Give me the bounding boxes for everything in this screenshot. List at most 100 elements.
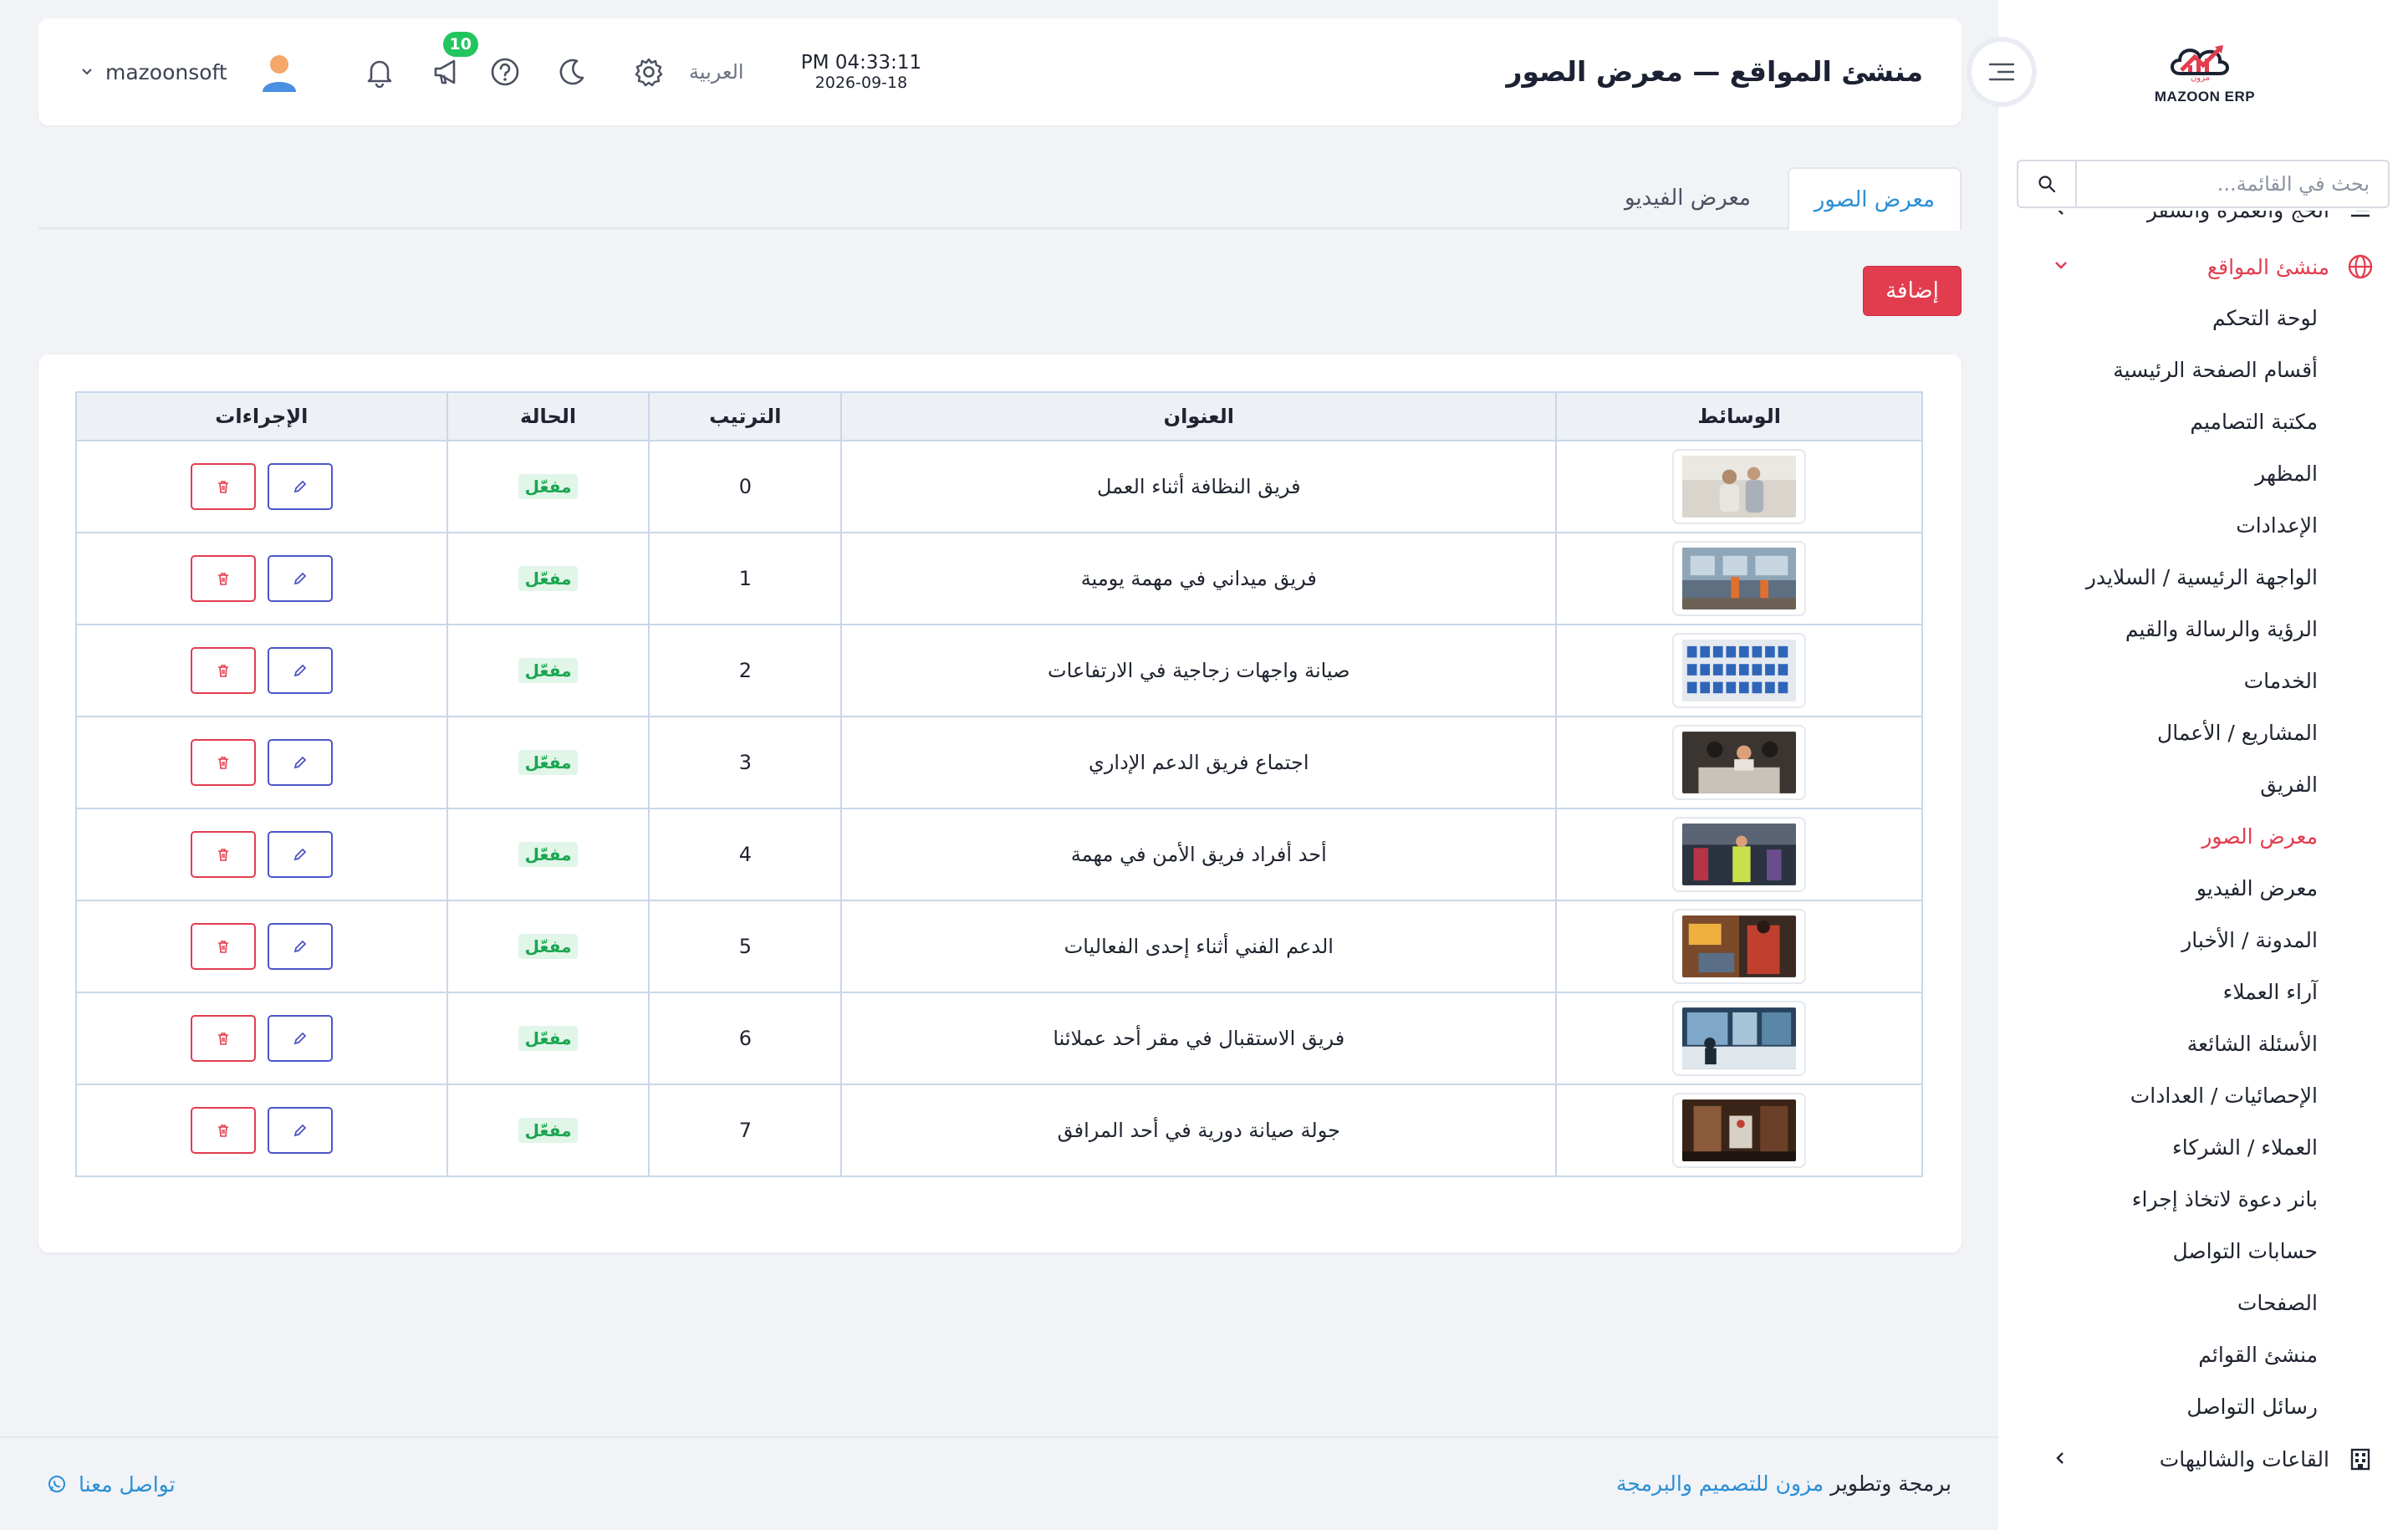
table-row: الدعم الفني أثناء إحدى الفعاليات 5 مفعّل (75, 900, 1923, 993)
edit-button[interactable] (267, 463, 333, 510)
delete-button[interactable] (190, 1015, 256, 1062)
edit-button[interactable] (267, 923, 333, 970)
sidebar-search-input[interactable] (2077, 161, 2388, 207)
media-thumbnail[interactable] (1672, 1093, 1807, 1168)
actions-cell (75, 716, 448, 809)
media-thumbnail[interactable] (1672, 725, 1807, 800)
edit-button[interactable] (267, 1107, 333, 1154)
tab-photo-gallery[interactable]: معرض الصور (1787, 167, 1962, 231)
delete-button[interactable] (190, 555, 256, 602)
delete-button[interactable] (190, 739, 256, 786)
sidebar-item-stats[interactable]: الإحصائيات / العدادات (1998, 1070, 2408, 1122)
sidebar-item-services[interactable]: الخدمات (1998, 655, 2408, 707)
tab-video-gallery[interactable]: معرض الفيديو (1599, 167, 1776, 229)
delete-button[interactable] (190, 1107, 256, 1154)
user-menu[interactable]: mazoonsoft (79, 18, 301, 125)
help-icon[interactable] (487, 54, 523, 90)
table-row: اجتماع فريق الدعم الإداري 3 مفعّل (75, 716, 1923, 809)
sidebar-item-photo-gallery[interactable]: معرض الصور (1998, 811, 2408, 863)
sidebar-item-home-sections[interactable]: أقسام الصفحة الرئيسية (1998, 344, 2408, 396)
delete-button[interactable] (190, 463, 256, 510)
edit-button[interactable] (267, 831, 333, 878)
trash-icon (217, 757, 228, 769)
edit-button[interactable] (267, 647, 333, 694)
status-badge: مفعّل (518, 474, 579, 499)
sidebar-item-faq[interactable]: الأسئلة الشائعة (1998, 1018, 2408, 1070)
header-media[interactable]: الوسائط (1555, 391, 1923, 441)
sidebar-item-vision[interactable]: الرؤية والرسالة والقيم (1998, 604, 2408, 655)
sidebar-item-menu-builder[interactable]: منشئ القوائم (1998, 1329, 2408, 1381)
sidebar-item-partners[interactable]: العملاء / الشركاء (1998, 1122, 2408, 1174)
page-title: منشئ المواقع — معرض الصور (1506, 55, 1923, 88)
media-thumbnail[interactable] (1672, 449, 1807, 524)
media-thumbnail[interactable] (1672, 1001, 1807, 1076)
edit-button[interactable] (267, 1015, 333, 1062)
sidebar-group-site-builder[interactable]: منشئ المواقع (1998, 241, 2408, 293)
sidebar-item-contact-messages[interactable]: رسائل التواصل (1998, 1381, 2408, 1433)
sidebar-item-testimonials[interactable]: آراء العملاء (1998, 966, 2408, 1018)
announcements-megaphone-icon[interactable]: 10 (428, 32, 478, 90)
sidebar-item-appearance[interactable]: المظهر (1998, 448, 2408, 500)
status-cell: مفعّل (446, 808, 650, 901)
sidebar-item-pages[interactable]: الصفحات (1998, 1278, 2408, 1329)
edit-button[interactable] (267, 739, 333, 786)
add-button[interactable]: إضافة (1863, 266, 1962, 316)
row-order: 5 (648, 900, 843, 993)
row-title: فريق النظافة أثناء العمل (840, 440, 1558, 533)
media-cell (1555, 532, 1923, 625)
media-thumbnail[interactable] (1672, 633, 1807, 708)
media-cell (1555, 624, 1923, 717)
table-row: أحد أفراد فريق الأمن في مهمة 4 مفعّل (75, 808, 1923, 901)
sidebar-group-halls[interactable]: القاعات والشاليهات (1998, 1433, 2408, 1485)
actions-cell (75, 992, 448, 1085)
footer-contact-link[interactable]: تواصل معنا (47, 1438, 176, 1530)
sidebar-item-design-library[interactable]: مكتبة التصاميم (1998, 396, 2408, 448)
header-order[interactable]: الترتيب (648, 391, 843, 441)
gallery-tabs: معرض الصور معرض الفيديو (38, 167, 1962, 231)
sidebar-search (2017, 160, 2390, 208)
trash-icon (217, 665, 228, 677)
status-cell: مفعّل (446, 532, 650, 625)
row-order: 7 (648, 1084, 843, 1177)
footer-brand-link[interactable]: مزون للتصميم والبرمجة (1616, 1471, 1824, 1496)
contact-label: تواصل معنا (79, 1471, 176, 1497)
sidebar-item-settings[interactable]: الإعدادات (1998, 500, 2408, 552)
header-title[interactable]: العنوان (840, 391, 1558, 441)
delete-button[interactable] (190, 831, 256, 878)
sidebar-item-team[interactable]: الفريق (1998, 759, 2408, 811)
sidebar-item-video-gallery[interactable]: معرض الفيديو (1998, 863, 2408, 915)
language-switch[interactable]: العربية (689, 18, 744, 125)
sidebar-toggle-button[interactable] (1967, 37, 2037, 107)
media-thumbnail[interactable] (1672, 909, 1807, 984)
row-order: 6 (648, 992, 843, 1085)
media-cell (1555, 716, 1923, 809)
delete-button[interactable] (190, 923, 256, 970)
dark-mode-moon-icon[interactable] (554, 54, 590, 90)
sidebar-item-projects[interactable]: المشاريع / الأعمال (1998, 707, 2408, 759)
header-actions: الإجراءات (75, 391, 448, 441)
trash-icon (217, 849, 228, 861)
sidebar-item-dashboard[interactable]: لوحة التحكم (1998, 293, 2408, 344)
row-title: فريق ميداني في مهمة يومية (840, 532, 1558, 625)
edit-button[interactable] (267, 555, 333, 602)
brand-logo[interactable]: مزون MAZOON ERP (2150, 37, 2259, 114)
header-status[interactable]: الحالة (446, 391, 650, 441)
notifications-bell-icon[interactable] (361, 54, 398, 90)
pencil-icon (293, 756, 306, 769)
building-icon (2346, 1445, 2375, 1473)
row-title: صيانة واجهات زجاجية في الارتفاعات (840, 624, 1558, 717)
media-thumbnail[interactable] (1672, 817, 1807, 892)
delete-button[interactable] (190, 647, 256, 694)
sidebar-item-hero-slider[interactable]: الواجهة الرئيسية / السلايدر (1998, 552, 2408, 604)
sidebar-item-cta-banner[interactable]: بانر دعوة لاتخاذ إجراء (1998, 1174, 2408, 1226)
pencil-icon (293, 848, 306, 861)
sidebar-item-social-accounts[interactable]: حسابات التواصل (1998, 1226, 2408, 1278)
status-badge: مفعّل (518, 750, 579, 775)
logo-arabic-text: مزون (2191, 74, 2210, 83)
sidebar-group-hajj[interactable]: الحج والعمرة والسفر (1998, 211, 2408, 236)
media-thumbnail[interactable] (1672, 541, 1807, 616)
sidebar-item-blog[interactable]: المدونة / الأخبار (1998, 915, 2408, 966)
search-icon[interactable] (2018, 161, 2077, 207)
table-row: فريق النظافة أثناء العمل 0 مفعّل (75, 440, 1923, 533)
settings-gear-icon[interactable] (630, 54, 667, 90)
